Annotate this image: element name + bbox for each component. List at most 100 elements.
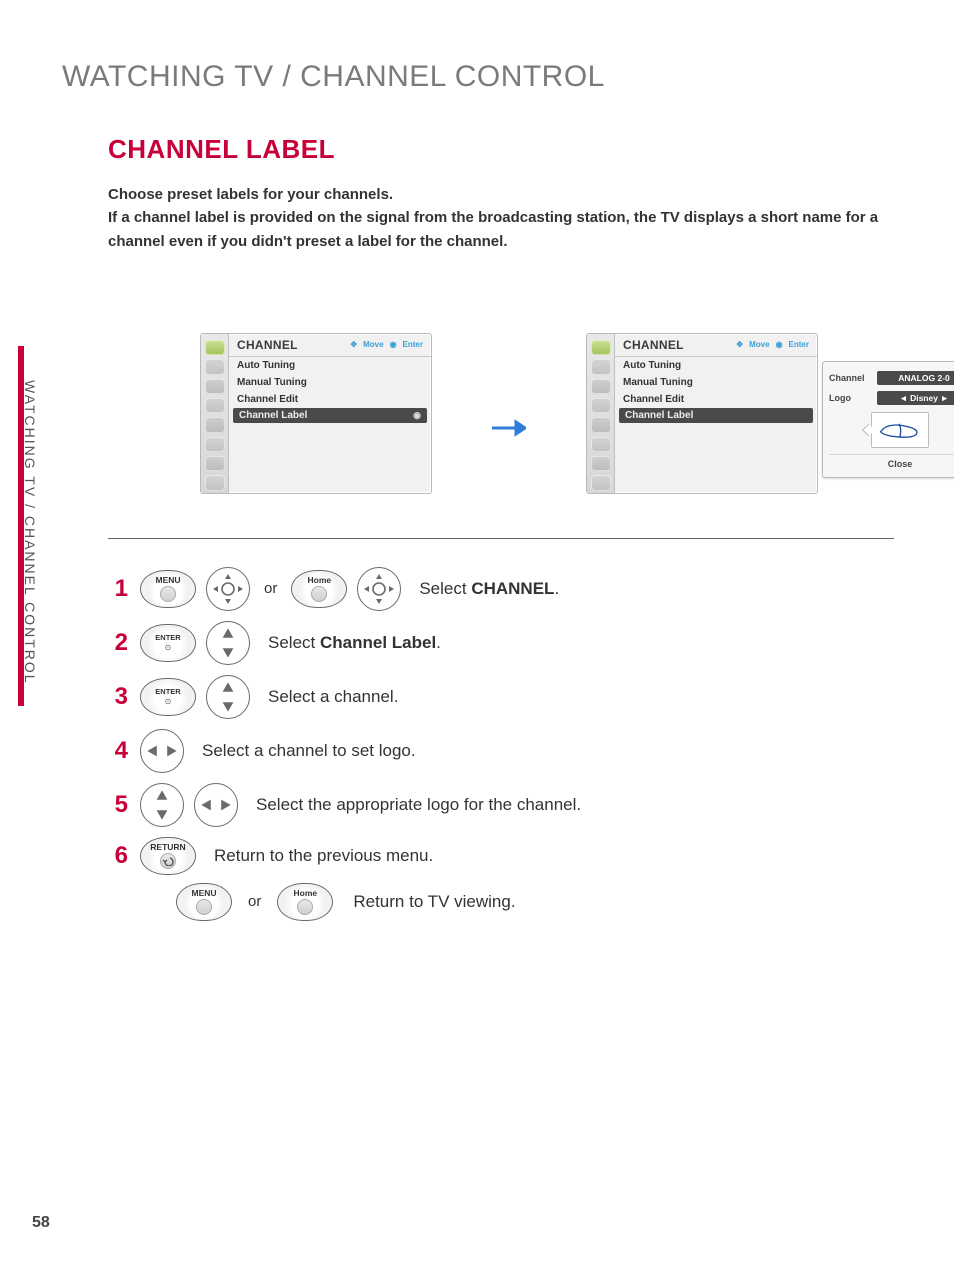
- osd-tab-icon[interactable]: [205, 417, 225, 432]
- osd-item-selected[interactable]: Channel Label: [619, 408, 813, 423]
- osd-hints: ✥ Move ◉ Enter: [736, 340, 809, 349]
- step-number: 2: [106, 629, 128, 657]
- enter-button[interactable]: ENTER ⊙: [140, 678, 196, 716]
- osd-title: CHANNEL: [623, 338, 684, 352]
- osd-item[interactable]: Channel Edit: [615, 391, 817, 408]
- dpad-horizontal[interactable]: [140, 729, 184, 773]
- dpad-vertical[interactable]: [206, 621, 250, 665]
- osd-tab-icon[interactable]: [205, 437, 225, 452]
- osd-item-label: Manual Tuning: [237, 377, 307, 388]
- step-1: 1 MENU or Home: [106, 567, 894, 611]
- page-subtitle: CHANNEL LABEL: [108, 134, 894, 165]
- osd-menu-list: Auto Tuning Manual Tuning Channel Edit C…: [615, 357, 817, 423]
- osd-tab-icon[interactable]: [205, 475, 225, 490]
- step-4: 4 Select a channel to set logo.: [106, 729, 894, 773]
- section-title: WATCHING TV / CHANNEL CONTROL: [62, 60, 894, 94]
- osd-tab-icon[interactable]: [205, 456, 225, 471]
- osd-item[interactable]: Auto Tuning: [615, 357, 817, 374]
- osd-tab-icon[interactable]: [205, 359, 225, 374]
- step-number: 3: [106, 683, 128, 711]
- return-button[interactable]: RETURN: [140, 837, 196, 875]
- osd-tab-icon[interactable]: [591, 437, 611, 452]
- step-text-bold: Channel Label: [320, 633, 436, 652]
- channel-label-popup: Channel ANALOG 2-0 Logo ◄ Disney ►: [822, 361, 954, 478]
- caret-right-icon: ►: [940, 393, 948, 403]
- dpad-horizontal[interactable]: [194, 783, 238, 827]
- enter-button[interactable]: ENTER ⊙: [140, 624, 196, 662]
- osd-tab-icon[interactable]: [591, 340, 611, 355]
- osd-item[interactable]: Manual Tuning: [229, 374, 431, 391]
- or-text: or: [264, 580, 277, 597]
- osd-item[interactable]: Channel Edit: [229, 391, 431, 408]
- osd-tab-icon[interactable]: [591, 359, 611, 374]
- osd-tab-icon[interactable]: [205, 379, 225, 394]
- dpad-vertical[interactable]: [206, 675, 250, 719]
- button-label: Home: [294, 889, 318, 898]
- osd-tab-icon[interactable]: [205, 398, 225, 413]
- intro-paragraph: Choose preset labels for your channels. …: [108, 183, 884, 253]
- dpad-vertical[interactable]: [140, 783, 184, 827]
- osd-item-selected[interactable]: Channel Label: [233, 408, 427, 423]
- osd-tab-icon[interactable]: [591, 475, 611, 490]
- hint-move: Move: [363, 340, 383, 349]
- step-text-pre: Select: [268, 633, 320, 652]
- osd-item[interactable]: Auto Tuning: [229, 357, 431, 374]
- button-label: Home: [308, 576, 332, 585]
- osd-tab-icon[interactable]: [591, 379, 611, 394]
- hint-move: Move: [749, 340, 769, 349]
- popup-close-button[interactable]: Close: [829, 454, 954, 469]
- osd-tab-column: [587, 334, 615, 493]
- popup-row-channel[interactable]: Channel ANALOG 2-0: [829, 368, 954, 388]
- dpad-all[interactable]: [357, 567, 401, 611]
- return-arrow-icon: [160, 853, 176, 869]
- osd-tab-icon[interactable]: [591, 456, 611, 471]
- popup-row-logo[interactable]: Logo ◄ Disney ►: [829, 388, 954, 408]
- step-number: 4: [106, 737, 128, 765]
- step-number: 1: [106, 575, 128, 603]
- osd-tab-icon[interactable]: [205, 340, 225, 355]
- selected-indicator-icon: [413, 410, 421, 421]
- step-text: Select a channel.: [268, 687, 398, 707]
- button-dot-icon: [311, 586, 327, 602]
- osd-item-label: Auto Tuning: [623, 360, 681, 371]
- osd-item-label: Manual Tuning: [623, 377, 693, 388]
- osd-item[interactable]: Manual Tuning: [615, 374, 817, 391]
- osd-tab-icon[interactable]: [591, 417, 611, 432]
- step-5: 5 Select the appropriate logo for the ch…: [106, 783, 894, 827]
- move-icon: ✥: [350, 340, 357, 349]
- step-6-sub: MENU or Home Return to TV viewing.: [176, 883, 894, 921]
- menu-button[interactable]: MENU: [176, 883, 232, 921]
- button-dot-icon: [196, 899, 212, 915]
- osd-header: CHANNEL ✥ Move ◉ Enter: [229, 334, 431, 357]
- arrow-right-icon: [492, 419, 526, 437]
- osd-item-label: Channel Edit: [623, 394, 684, 405]
- osd-panel-left: CHANNEL ✥ Move ◉ Enter Auto Tuning Manua…: [200, 333, 432, 494]
- popup-logo-text: Disney: [910, 393, 938, 403]
- home-button[interactable]: Home: [291, 570, 347, 608]
- page-number: 58: [32, 1214, 50, 1232]
- osd-tab-icon[interactable]: [591, 398, 611, 413]
- step-text: Return to the previous menu.: [214, 846, 433, 866]
- step-text-pre: Select: [419, 579, 471, 598]
- side-section-label: WATCHING TV / CHANNEL CONTROL: [22, 380, 38, 685]
- step-3: 3 ENTER ⊙ Select a channel.: [106, 675, 894, 719]
- step-number: 5: [106, 791, 128, 819]
- step-text: Select CHANNEL.: [419, 579, 559, 599]
- hint-enter: Enter: [403, 340, 423, 349]
- button-label: RETURN: [150, 843, 185, 852]
- step-text: Select a channel to set logo.: [202, 741, 416, 761]
- hint-enter: Enter: [789, 340, 809, 349]
- home-button[interactable]: Home: [277, 883, 333, 921]
- step-6: 6 RETURN Return to the previous menu.: [106, 837, 894, 875]
- osd-tab-column: [201, 334, 229, 493]
- enter-icon: ◉: [776, 340, 783, 349]
- enter-odot-icon: ⊙: [165, 697, 172, 706]
- enter-odot-icon: ⊙: [165, 643, 172, 652]
- menu-button[interactable]: MENU: [140, 570, 196, 608]
- dpad-all[interactable]: [206, 567, 250, 611]
- step-number: 6: [106, 842, 128, 870]
- or-text: or: [248, 893, 261, 910]
- osd-title: CHANNEL: [237, 338, 298, 352]
- osd-hints: ✥ Move ◉ Enter: [350, 340, 423, 349]
- button-dot-icon: [297, 899, 313, 915]
